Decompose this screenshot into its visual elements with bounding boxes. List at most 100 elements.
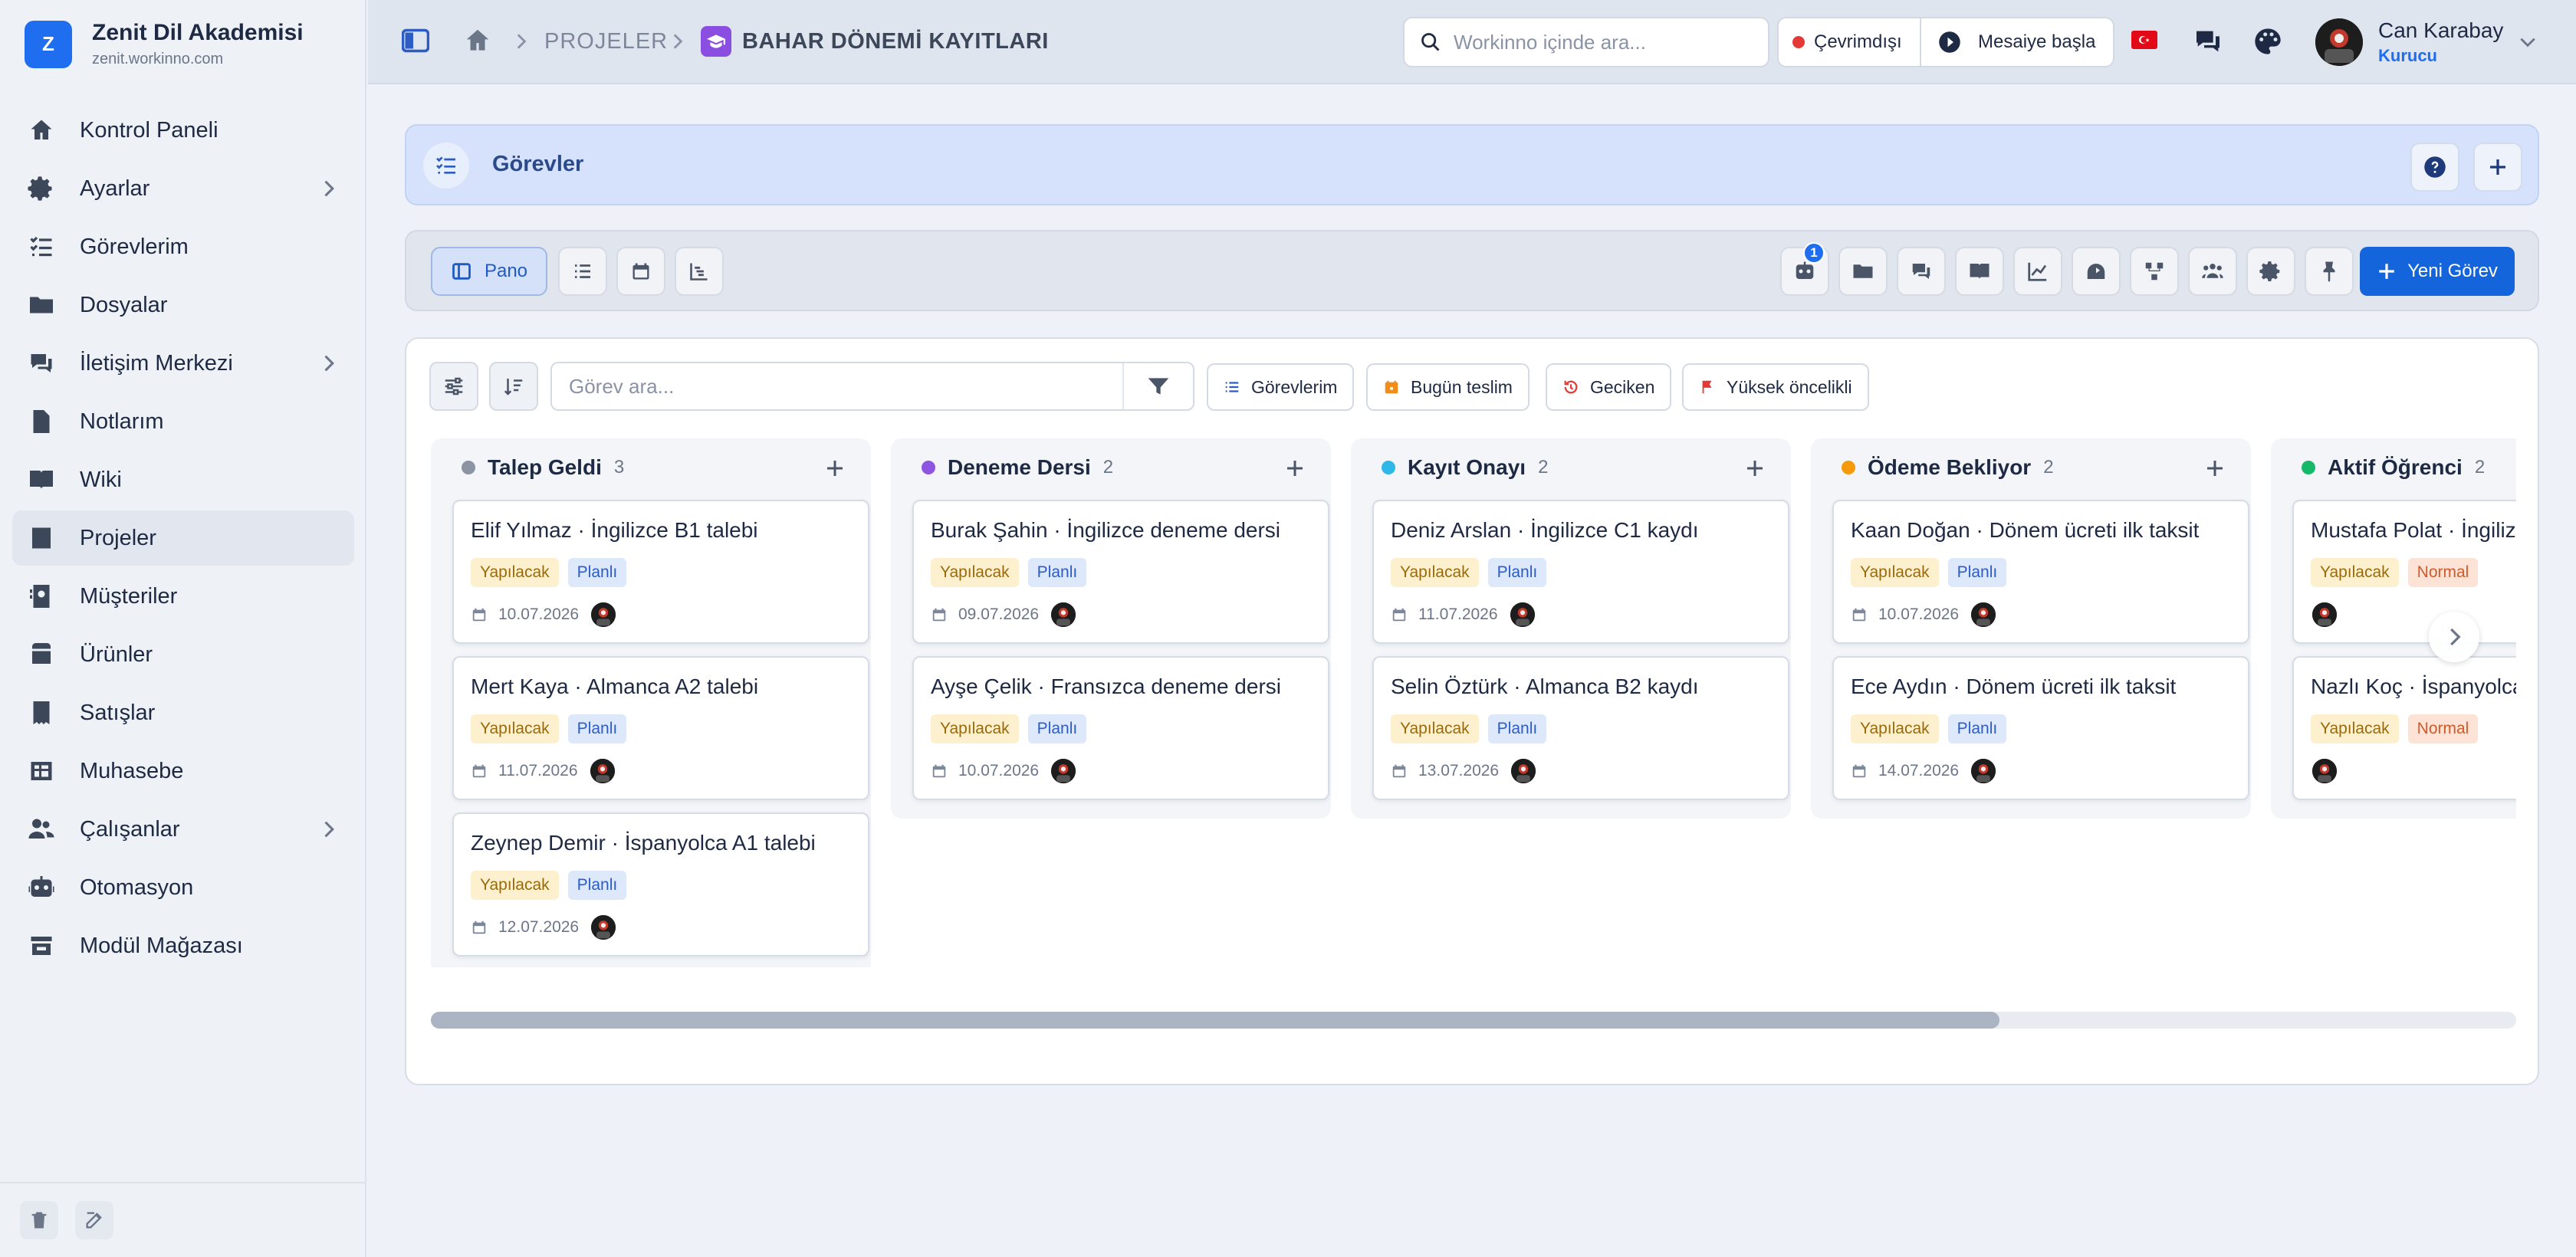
assignee-avatar[interactable] [590, 914, 618, 941]
assignee-avatar[interactable] [2311, 757, 2338, 785]
horizontal-scrollbar[interactable] [431, 1012, 2516, 1029]
edit-button[interactable] [75, 1201, 113, 1239]
board-columns: Talep Geldi 3 Elif Yılmaz · İngilizce B1 t… [431, 431, 2516, 967]
chip-my-tasks[interactable]: Görevlerim [1207, 363, 1355, 411]
task-card[interactable]: Nazlı Koç · İspanyolca Yapılacak Normal [2292, 656, 2516, 800]
breadcrumb-projects[interactable]: PROJELER [544, 29, 668, 54]
task-card[interactable]: Ayşe Çelik · Fransızca deneme dersi Yapıl… [912, 656, 1329, 800]
assignee-avatar[interactable] [1508, 601, 1536, 628]
status-offline-button[interactable]: Çevrimdışı [1779, 18, 1921, 66]
type-badge: Planlı [567, 871, 627, 900]
task-card[interactable]: Mustafa Polat · İngilizce Yapılacak Normal [2292, 500, 2516, 644]
sidebar-item-4[interactable]: İletişim Merkezi [12, 336, 354, 391]
user-avatar[interactable] [2315, 18, 2363, 66]
workflow-button[interactable] [2130, 247, 2179, 296]
task-title: Selin Öztürk · Almanca B2 kaydı [1391, 674, 1699, 698]
sidebar-toggle-button[interactable] [401, 28, 430, 57]
task-card[interactable]: Kaan Doğan · Dönem ücreti ilk taksit Yapı… [1832, 500, 2249, 644]
assignee-avatar[interactable] [2311, 601, 2338, 628]
sidebar-item-13[interactable]: Otomasyon [12, 860, 354, 915]
task-card[interactable]: Mert Kaya · Almanca A2 talebi Yapılacak Pl… [452, 656, 869, 800]
user-name[interactable]: Can Karabay [2378, 18, 2503, 43]
assignee-avatar[interactable] [1970, 757, 1998, 785]
brand[interactable]: Z Zenit Dil Akademisi zenit.workinno.com [25, 20, 304, 68]
sidebar-item-2[interactable]: Görevlerim [12, 219, 354, 274]
chip-overdue[interactable]: Geciken [1546, 363, 1672, 411]
assignee-avatar[interactable] [1050, 757, 1078, 785]
task-card[interactable]: Ece Aydın · Dönem ücreti ilk taksit Yapıl… [1832, 656, 2249, 800]
calendar-view-button[interactable] [616, 247, 665, 296]
filter-button[interactable] [1122, 363, 1193, 409]
settings-button[interactable] [2246, 247, 2295, 296]
sidebar-item-12[interactable]: Çalışanlar [12, 802, 354, 857]
column-add-button[interactable] [2203, 457, 2226, 484]
chat-button[interactable] [1897, 247, 1946, 296]
chevron-right-icon [673, 34, 683, 49]
sidebar-item-10[interactable]: Satışlar [12, 685, 354, 740]
list-view-button[interactable] [558, 247, 607, 296]
scroll-right-button[interactable] [2429, 612, 2479, 662]
assignee-avatar[interactable] [590, 601, 618, 628]
automation-bot-button[interactable]: 1 [1780, 242, 1829, 296]
sidebar-item-7[interactable]: Projeler [12, 510, 354, 566]
sidebar-item-6[interactable]: Wiki [12, 452, 354, 507]
sidebar-item-11[interactable]: Muhasebe [12, 743, 354, 799]
add-button[interactable] [2473, 143, 2522, 192]
column-header: Talep Geldi 3 [462, 455, 624, 480]
task-card[interactable]: Burak Şahin · İngilizce deneme dersi Yapı… [912, 500, 1329, 644]
trash-button[interactable] [20, 1201, 58, 1239]
home-button[interactable] [463, 26, 492, 59]
start-shift-button[interactable]: Mesaiye başla [1921, 18, 2113, 66]
pin-button[interactable] [2305, 247, 2354, 296]
column-add-button[interactable] [1283, 457, 1306, 484]
sidebar-item-1[interactable]: Ayarlar [12, 161, 354, 216]
folder-button[interactable] [1838, 247, 1888, 296]
board-settings-button[interactable] [429, 362, 478, 411]
task-search[interactable] [550, 362, 1194, 411]
sidebar-item-3[interactable]: Dosyalar [12, 277, 354, 333]
help-button[interactable] [2410, 143, 2459, 192]
status-badge: Yapılacak [471, 871, 559, 900]
new-task-button[interactable]: Yeni Görev [2360, 247, 2515, 296]
theme-button[interactable] [2252, 26, 2283, 61]
language-flag-icon[interactable] [2131, 31, 2157, 49]
sidebar-item-9[interactable]: Ürünler [12, 627, 354, 682]
task-card[interactable]: Selin Öztürk · Almanca B2 kaydı Yapılacak… [1372, 656, 1789, 800]
assignee-avatar[interactable] [1050, 601, 1078, 628]
global-search[interactable] [1403, 17, 1769, 67]
column-title: Talep Geldi [488, 455, 602, 479]
chip-due-today[interactable]: Bugün teslim [1366, 363, 1530, 411]
sidebar-item-label: Görevlerim [80, 234, 189, 259]
messages-button[interactable] [2193, 26, 2223, 61]
sidebar-item-5[interactable]: Notlarım [12, 394, 354, 449]
sidebar-item-8[interactable]: Müşteriler [12, 569, 354, 624]
assignee-avatar[interactable] [1970, 601, 1998, 628]
column-color-dot [2302, 461, 2315, 474]
task-card[interactable]: Deniz Arslan · İngilizce C1 kaydı Yapılac… [1372, 500, 1789, 644]
gantt-view-button[interactable] [675, 247, 724, 296]
chip-label: Görevlerim [1251, 376, 1338, 397]
column-add-button[interactable] [1743, 457, 1766, 484]
workflow-icon [2145, 262, 2164, 281]
book-button[interactable] [1955, 247, 2004, 296]
scrollbar-thumb[interactable] [431, 1012, 1999, 1029]
task-card[interactable]: Elif Yılmaz · İngilizce B1 talebi Yapılac… [452, 500, 869, 644]
trash-icon [31, 1212, 47, 1229]
sort-button[interactable] [489, 362, 538, 411]
sidebar-item-14[interactable]: Modül Mağazası [12, 918, 354, 973]
line-chart-button[interactable] [2013, 247, 2062, 296]
sidebar-item-0[interactable]: Kontrol Paneli [12, 103, 354, 158]
board-view-button[interactable]: Pano [431, 247, 547, 296]
dashboard-button[interactable] [2072, 247, 2121, 296]
task-search-input[interactable] [569, 374, 1106, 399]
column-add-button[interactable] [823, 457, 846, 484]
team-button[interactable] [2188, 247, 2237, 296]
user-menu-button[interactable] [2516, 32, 2539, 56]
brand-name: Zenit Dil Akademisi [92, 20, 304, 45]
column-header: Kayıt Onayı 2 [1382, 455, 1548, 480]
chip-high-priority[interactable]: Yüksek öncelikli [1682, 363, 1869, 411]
task-card[interactable]: Zeynep Demir · İspanyolca A1 talebi Yapıl… [452, 812, 869, 957]
assignee-avatar[interactable] [588, 757, 616, 785]
global-search-input[interactable] [1454, 30, 1753, 54]
assignee-avatar[interactable] [1510, 757, 1538, 785]
